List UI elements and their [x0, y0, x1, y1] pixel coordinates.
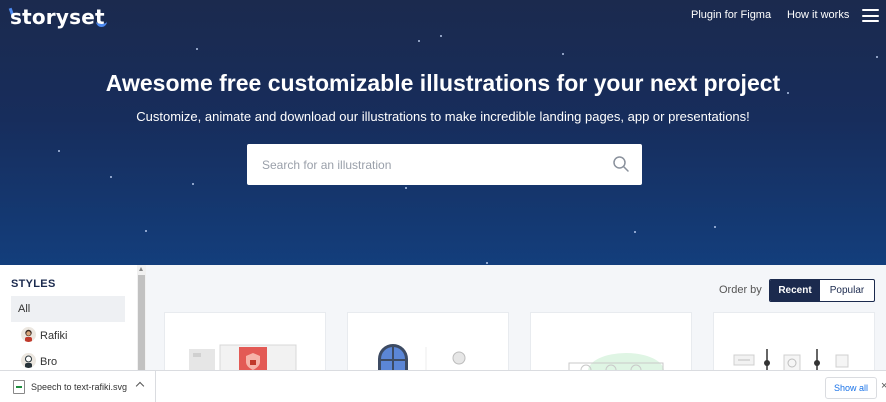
star-decoration [145, 230, 147, 232]
page-title: Awesome free customizable illustrations … [105, 70, 781, 96]
close-icon[interactable]: × [881, 380, 886, 392]
star-decoration [110, 176, 112, 178]
illustration-card[interactable] [347, 312, 509, 374]
search-placeholder: Search for an illustration [262, 158, 392, 172]
order-by-label: Order by [719, 284, 762, 296]
illustration-thumbnail [733, 349, 849, 373]
illustration-thumbnail [378, 344, 466, 373]
styles-heading: STYLES [11, 278, 56, 290]
star-decoration [192, 183, 194, 185]
chevron-up-icon[interactable] [135, 381, 145, 391]
order-popular-button[interactable]: Popular [820, 280, 874, 301]
star-decoration [714, 226, 716, 228]
star-decoration [418, 40, 420, 42]
sidebar-item-rafiki[interactable]: Rafiki [11, 323, 125, 349]
show-all-button[interactable]: Show all [825, 377, 877, 399]
star-decoration [876, 56, 878, 58]
star-decoration [486, 262, 488, 264]
styles-sidebar: STYLES All Rafiki Bro [0, 265, 137, 370]
order-toggle: Recent Popular [769, 279, 875, 302]
star-decoration [440, 35, 442, 37]
download-file-name: Speech to text-rafiki.svg [31, 382, 128, 392]
nav-plugin-for-figma[interactable]: Plugin for Figma [691, 9, 771, 21]
sidebar-item-all[interactable]: All [11, 296, 125, 322]
illustration-card[interactable] [164, 312, 326, 374]
sidebar-item-label: All [18, 303, 31, 315]
download-item[interactable]: Speech to text-rafiki.svg [0, 371, 156, 402]
logo-accent [96, 20, 107, 27]
illustration-card[interactable] [713, 312, 875, 374]
nav-how-it-works[interactable]: How it works [787, 9, 849, 21]
order-recent-button[interactable]: Recent [770, 280, 820, 301]
sidebar-item-label: Bro [40, 356, 58, 368]
hamburger-menu-icon[interactable] [862, 9, 879, 22]
sidebar-item-label: Rafiki [40, 330, 68, 342]
page-subtitle: Customize, animate and download our illu… [136, 109, 750, 124]
hero-section: storyset Plugin for Figma How it works A… [0, 0, 886, 265]
rafiki-avatar-icon [21, 327, 36, 342]
bro-avatar-icon [21, 353, 36, 368]
scrollbar-thumb[interactable] [138, 275, 145, 370]
star-decoration [634, 231, 636, 233]
illustration-thumbnail [189, 344, 297, 373]
search-icon[interactable] [612, 155, 630, 173]
illustration-gallery: Order by Recent Popular [146, 265, 886, 374]
sidebar-scrollbar[interactable] [137, 265, 146, 370]
illustration-thumbnail [568, 353, 664, 373]
download-bar: Speech to text-rafiki.svg Show all × [0, 370, 886, 402]
logo[interactable]: storyset [10, 5, 105, 29]
star-decoration [58, 150, 60, 152]
star-decoration [405, 187, 407, 189]
scroll-up-icon[interactable] [139, 267, 143, 271]
star-decoration [562, 53, 564, 55]
illustration-card[interactable] [530, 312, 692, 374]
file-icon [13, 380, 25, 394]
search-input[interactable]: Search for an illustration [247, 144, 642, 185]
star-decoration [196, 48, 198, 50]
